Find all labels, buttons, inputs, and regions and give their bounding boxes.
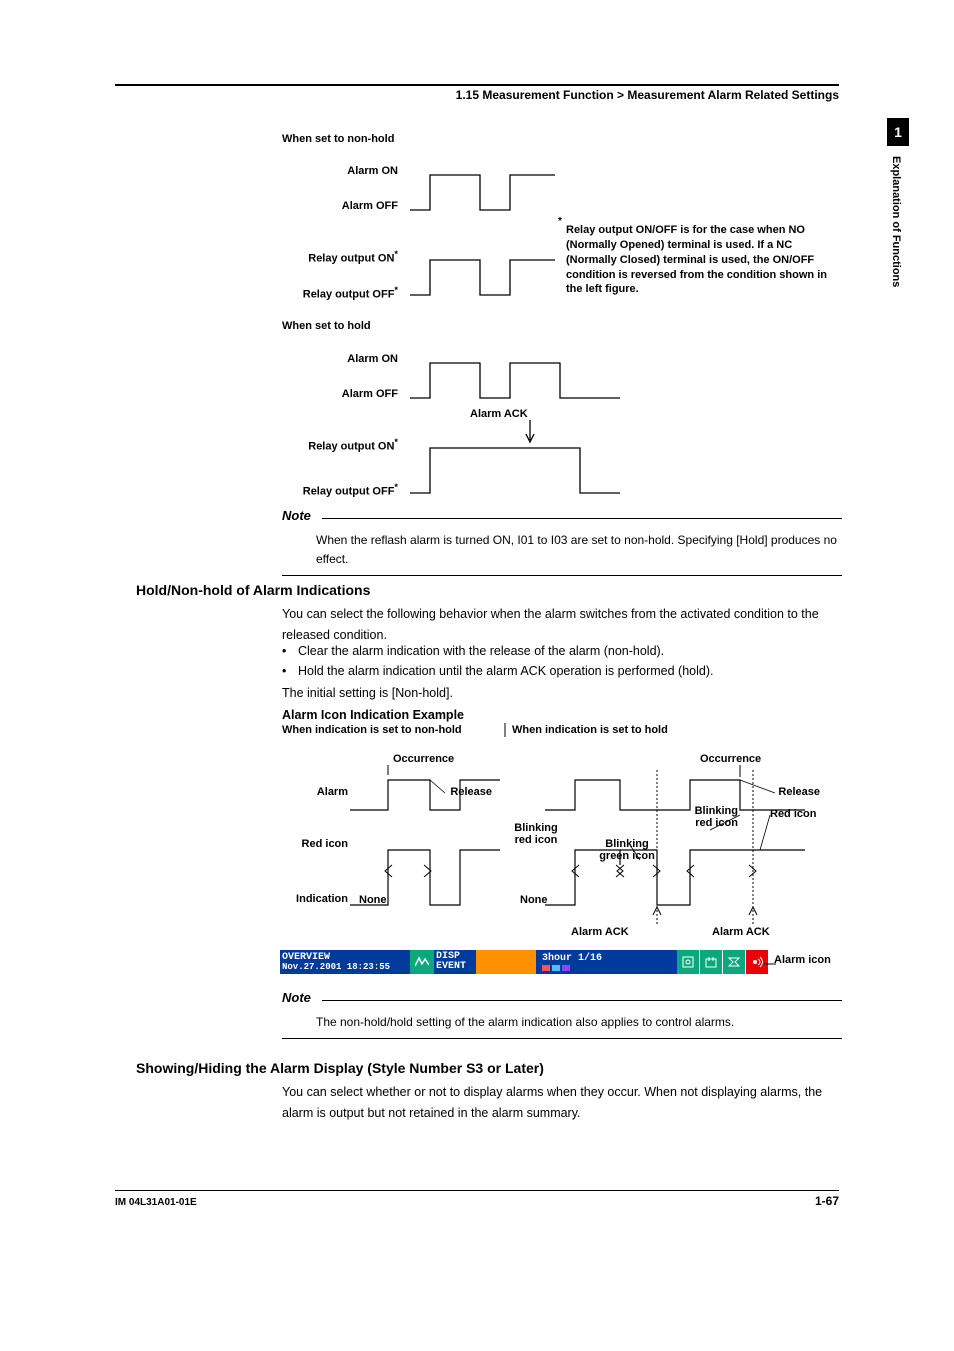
col2-title: When indication is set to hold [512,724,668,736]
document-page: { "header": { "breadcrumb": "1.15 Measur… [0,0,954,1351]
section-title-hold: Hold/Non-hold of Alarm Indications [136,582,370,598]
breadcrumb: 1.15 Measurement Function > Measurement … [456,88,839,102]
label-relay-on: Relay output ON* [265,249,398,265]
waveform-nonhold [400,160,560,300]
footer-page: 1-67 [815,1194,839,1208]
sb-overview: OVERVIEW [282,953,330,963]
note-block-2: Note The non-hold/hold setting of the al… [282,990,842,1039]
sb-scale: 3hour 1/16 [542,954,602,964]
note-label: Note [282,508,311,523]
note-text-1: When the reflash alarm is turned ON, I01… [282,523,842,569]
d2-none-2: None [520,894,548,906]
waveform-ind-hold [545,765,835,940]
waveform-hold [400,348,650,498]
sb-icon-2 [700,950,722,974]
chapter-tab: 1 Explanation of Functions [887,118,909,287]
d2-occ-2: Occurrence [700,753,761,765]
d2-alarm: Alarm [280,786,348,798]
sb-icon-1 [677,950,699,974]
alarm-icon-label: Alarm icon [774,954,831,967]
status-bar: OVERVIEW Nov.27.2001 18:23:55 DISP EVENT… [280,950,768,974]
bullet-2: •Hold the alarm indication until the ala… [282,661,837,682]
wave-icon [410,950,434,974]
hold-initial: The initial setting is [Non-hold]. [282,683,837,704]
chapter-label: Explanation of Functions [887,146,902,287]
sb-date: Nov.27.2001 18:23:55 [282,963,390,972]
mini-box-blue [552,965,560,971]
label-relay-off-2: Relay output OFF* [265,482,398,498]
label-relay-on-2: Relay output ON* [265,437,398,453]
waveform-ind-nonhold [350,765,505,910]
d2-occ-1: Occurrence [393,753,454,765]
nonhold-title: When set to non-hold [282,133,394,145]
hold-title: When set to hold [282,320,371,332]
show-text: You can select whether or not to display… [282,1082,837,1125]
footer-docid: IM 04L31A01-01E [115,1197,197,1208]
label-alarm-on: Alarm ON [280,165,398,177]
d2-indication: Indication [265,893,348,905]
label-alarm-on-2: Alarm ON [280,353,398,365]
footer-rule [115,1190,839,1191]
section-title-show: Showing/Hiding the Alarm Display (Style … [136,1060,544,1076]
label-alarm-off-2: Alarm OFF [280,388,398,400]
sb-orange [476,950,536,974]
note-text-2: The non-hold/hold setting of the alarm i… [282,1005,842,1032]
sb-event: EVENT [436,962,466,972]
alarm-icon-pointer [764,960,778,968]
col-separator [504,723,506,737]
header-rule [115,84,839,86]
note-label-2: Note [282,990,311,1005]
mini-box-purple [562,965,570,971]
label-alarm-off: Alarm OFF [280,200,398,212]
note-block-1: Note When the reflash alarm is turned ON… [282,508,842,576]
mini-box-red [542,965,550,971]
chapter-number: 1 [887,118,909,146]
col1-title: When indication is set to non-hold [282,724,462,736]
relay-sidenote: Relay output ON/OFF is for the case when… [566,223,838,297]
sb-icon-3 [723,950,745,974]
label-relay-off: Relay output OFF* [265,285,398,301]
d2-redicon: Red icon [280,838,348,850]
bullet-1: •Clear the alarm indication with the rel… [282,641,837,662]
subhead-icon-example: Alarm Icon Indication Example [282,708,464,722]
star-marker: * [558,216,562,227]
